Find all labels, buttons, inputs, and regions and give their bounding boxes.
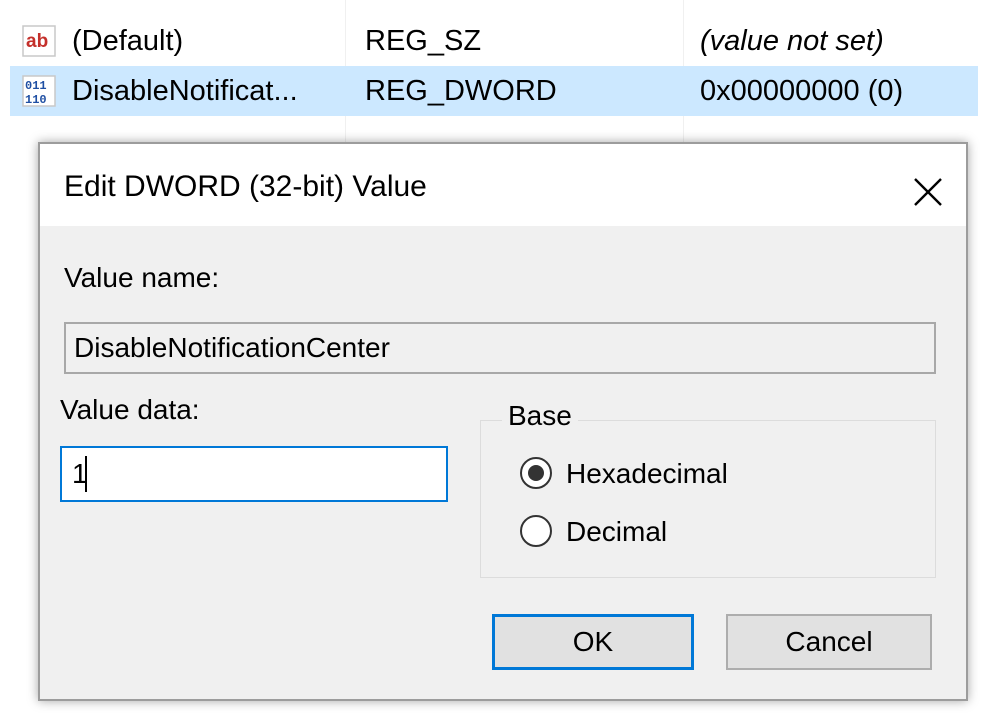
ok-button[interactable]: OK (492, 614, 694, 670)
radio-selected-icon[interactable] (520, 457, 552, 489)
value-data-input[interactable]: 1 (60, 446, 448, 502)
list-item[interactable]: 011 110 DisableNotificat... REG_DWORD 0x… (10, 66, 978, 116)
base-groupbox (480, 420, 936, 578)
value-name: (Default) (72, 25, 184, 57)
decimal-label: Decimal (566, 516, 668, 547)
close-icon[interactable] (912, 176, 944, 208)
edit-dword-dialog: Edit DWORD (32-bit) Value Value name: Di… (38, 142, 968, 701)
cancel-button[interactable]: Cancel (726, 614, 932, 670)
svg-text:011: 011 (25, 79, 47, 93)
registry-values-list: ab (Default) REG_SZ (value not set) 011 … (0, 0, 1000, 150)
value-type: REG_SZ (365, 25, 482, 57)
value-data-label: Value data: (60, 394, 200, 425)
base-group-title: Base (502, 400, 578, 432)
value-name-label: Value name: (64, 262, 220, 293)
string-value-icon: ab (22, 25, 56, 57)
value-data: (value not set) (700, 25, 884, 57)
radio-unselected-icon[interactable] (520, 515, 552, 547)
value-name-field[interactable]: DisableNotificationCenter (64, 322, 936, 374)
list-item[interactable]: ab (Default) REG_SZ (value not set) (10, 16, 978, 66)
value-name: DisableNotificat... (72, 75, 298, 107)
svg-text:110: 110 (25, 93, 47, 107)
value-data: 0x00000000 (0) (700, 75, 904, 107)
dialog-title: Edit DWORD (32-bit) Value (64, 170, 427, 203)
text-caret (85, 456, 87, 492)
hexadecimal-label: Hexadecimal (566, 458, 728, 489)
binary-value-icon: 011 110 (22, 75, 56, 107)
dialog-titlebar[interactable]: Edit DWORD (32-bit) Value (40, 144, 966, 226)
value-type: REG_DWORD (365, 75, 557, 107)
svg-text:ab: ab (26, 31, 48, 52)
